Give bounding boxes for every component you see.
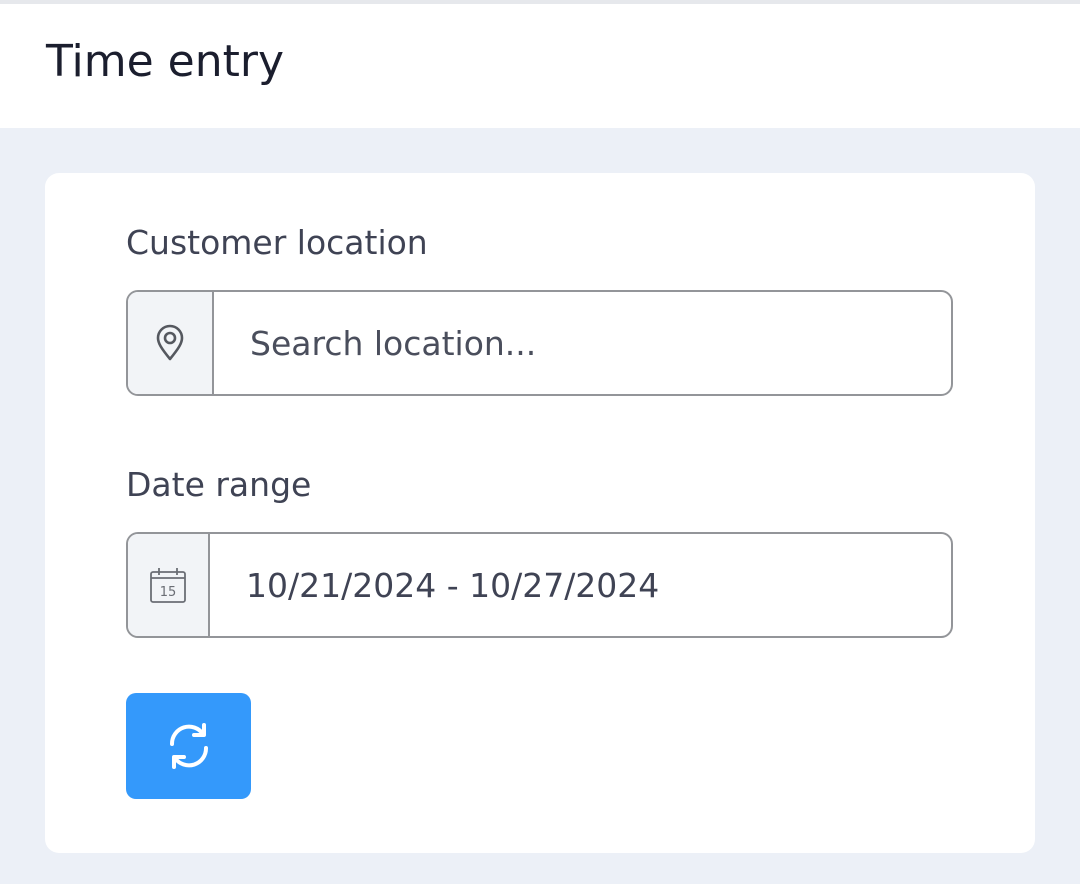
page-title: Time entry	[46, 36, 285, 87]
location-addon	[128, 292, 214, 394]
map-pin-icon	[155, 324, 185, 362]
time-entry-page: Time entry Customer location Date range	[0, 0, 1080, 884]
date-range-label: Date range	[126, 465, 312, 504]
calendar-icon: 15	[148, 565, 188, 605]
page-header: Time entry	[0, 4, 1080, 128]
customer-location-label: Customer location	[126, 223, 428, 262]
location-search-input[interactable]	[214, 292, 951, 394]
date-range-input-group: 15	[126, 532, 953, 638]
filter-card: Customer location Date range	[45, 173, 1035, 853]
refresh-icon	[163, 720, 215, 772]
refresh-button[interactable]	[126, 693, 251, 799]
calendar-day-text: 15	[160, 585, 177, 600]
date-range-input[interactable]	[210, 534, 951, 636]
location-input-group	[126, 290, 953, 396]
date-addon[interactable]: 15	[128, 534, 210, 636]
